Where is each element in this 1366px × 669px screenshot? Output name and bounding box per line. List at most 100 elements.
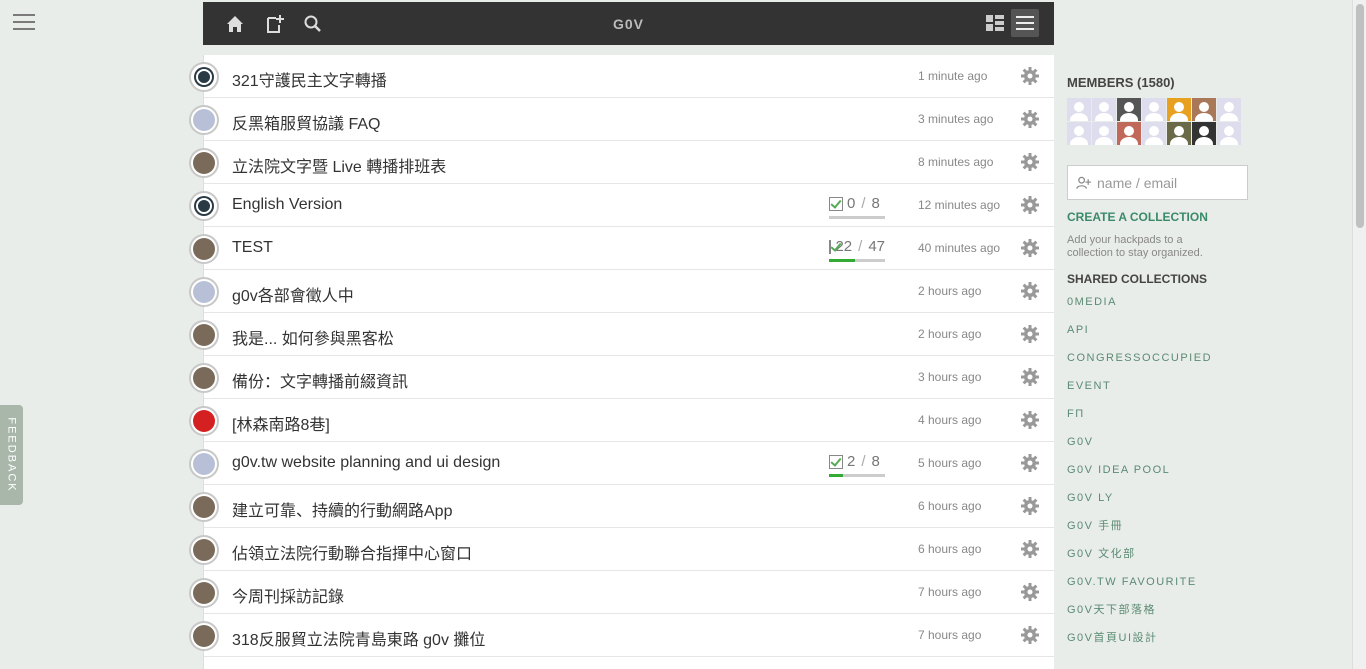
scrollbar[interactable] — [1352, 0, 1366, 669]
pad-title[interactable]: 今周刊採訪記錄 — [232, 583, 344, 607]
collection-link[interactable]: CONGRESSOCCUPIED — [1067, 350, 1347, 378]
author-avatar[interactable] — [189, 578, 219, 608]
pad-row[interactable]: 318反服貿立法院青島東路 g0v 攤位 7 hours ago — [189, 614, 1054, 657]
collection-link[interactable]: G0V首頁UI設計 — [1067, 630, 1347, 658]
gear-icon[interactable] — [1020, 582, 1040, 602]
pad-title[interactable]: 我是... 如何參與黑客松 — [232, 325, 394, 349]
member-avatar[interactable] — [1167, 122, 1191, 145]
invite-field[interactable] — [1067, 165, 1248, 200]
pad-row[interactable]: [林森南路8巷] 4 hours ago — [189, 399, 1054, 442]
create-collection-link[interactable]: CREATE A COLLECTION — [1067, 210, 1347, 224]
member-avatar[interactable] — [1217, 122, 1241, 145]
author-avatar[interactable] — [189, 191, 219, 221]
gear-icon[interactable] — [1020, 453, 1040, 473]
scrollbar-thumb[interactable] — [1356, 4, 1364, 228]
invite-input[interactable] — [1097, 174, 1247, 191]
author-avatar[interactable] — [189, 363, 219, 393]
pad-row[interactable]: 我是... 如何參與黑客松 2 hours ago — [189, 313, 1054, 356]
member-avatar[interactable] — [1092, 98, 1116, 121]
pad-row[interactable]: 立法院文字暨 Live 轉播排班表 8 minutes ago — [189, 141, 1054, 184]
collection-link[interactable]: G0V IDEA POOL — [1067, 462, 1347, 490]
member-avatar[interactable] — [1167, 98, 1191, 121]
pad-row[interactable]: g0v各部會徵人中 2 hours ago — [189, 270, 1054, 313]
member-avatar[interactable] — [1192, 122, 1216, 145]
pad-timestamp: 6 hours ago — [918, 499, 982, 513]
collection-link[interactable]: API — [1067, 322, 1347, 350]
pad-row[interactable]: g0v.tw website planning and ui design 2/8… — [189, 442, 1054, 485]
pad-row[interactable]: 321守護民主文字轉播 1 minute ago — [189, 55, 1054, 98]
gear-icon[interactable] — [1020, 109, 1040, 129]
pad-row[interactable]: 今周刊採訪記錄 7 hours ago — [189, 571, 1054, 614]
pad-row[interactable]: 反黑箱服貿協議 FAQ 3 minutes ago — [189, 98, 1054, 141]
task-progress-bar — [829, 474, 885, 477]
gear-icon[interactable] — [1020, 539, 1040, 559]
author-avatar[interactable] — [189, 148, 219, 178]
checkbox-icon — [829, 454, 843, 469]
collection-link[interactable]: G0V 手冊 — [1067, 518, 1347, 546]
pad-title[interactable]: [林森南路8巷] — [232, 411, 330, 435]
author-avatar[interactable] — [189, 105, 219, 135]
collection-link[interactable]: G0V — [1067, 434, 1347, 462]
collection-link[interactable]: G0V.TW FAVOURITE — [1067, 574, 1347, 602]
collection-link[interactable]: G0V天下部落格 — [1067, 602, 1347, 630]
gear-icon[interactable] — [1020, 66, 1040, 86]
pad-row[interactable]: 備份：文字轉播前綴資訊 3 hours ago — [189, 356, 1054, 399]
list-view-icon[interactable] — [1011, 9, 1039, 37]
collection-link[interactable]: EVENT — [1067, 378, 1347, 406]
collection-link[interactable]: G0V 文化部 — [1067, 546, 1347, 574]
pad-row[interactable]: TEST 22/47 40 minutes ago — [189, 227, 1054, 270]
tasks-done: 0 — [847, 195, 856, 212]
gear-icon[interactable] — [1020, 281, 1040, 301]
pad-title[interactable]: 備份：文字轉播前綴資訊 — [232, 368, 408, 392]
gear-icon[interactable] — [1020, 410, 1040, 430]
author-avatar[interactable] — [189, 62, 219, 92]
pad-title[interactable]: 佔領立法院行動聯合指揮中心窗口 — [232, 540, 472, 564]
collection-link[interactable]: 0MEDIA — [1067, 294, 1347, 322]
gear-icon[interactable] — [1020, 625, 1040, 645]
author-avatar[interactable] — [189, 535, 219, 565]
collection-link[interactable]: G0V LY — [1067, 490, 1347, 518]
gear-icon[interactable] — [1020, 152, 1040, 172]
author-avatar[interactable] — [189, 492, 219, 522]
pad-title[interactable]: 反黑箱服貿協議 FAQ — [232, 110, 380, 134]
author-avatar[interactable] — [189, 277, 219, 307]
member-avatar[interactable] — [1067, 122, 1091, 145]
pad-title[interactable]: g0v各部會徵人中 — [232, 282, 354, 306]
author-avatar[interactable] — [189, 621, 219, 651]
collection-link[interactable]: FΠ — [1067, 406, 1347, 434]
author-avatar[interactable] — [189, 406, 219, 436]
pad-title[interactable]: 318反服貿立法院青島東路 g0v 攤位 — [232, 626, 485, 650]
gear-icon[interactable] — [1020, 324, 1040, 344]
pad-timestamp: 7 hours ago — [918, 628, 982, 642]
gear-icon[interactable] — [1020, 238, 1040, 258]
member-avatar[interactable] — [1192, 98, 1216, 121]
pad-row[interactable]: English Version 0/8 12 minutes ago — [189, 184, 1054, 227]
gear-icon[interactable] — [1020, 367, 1040, 387]
pad-title[interactable]: 321守護民主文字轉播 — [232, 67, 387, 91]
pad-title[interactable]: English Version — [232, 196, 342, 214]
member-avatar[interactable] — [1117, 98, 1141, 121]
menu-icon[interactable] — [13, 14, 35, 30]
author-avatar[interactable] — [189, 449, 219, 479]
feedback-tab[interactable]: FEEDBACK — [0, 405, 23, 505]
gear-icon[interactable] — [1020, 195, 1040, 215]
gear-icon[interactable] — [1020, 496, 1040, 516]
member-avatar[interactable] — [1067, 98, 1091, 121]
pad-row[interactable]: 建立可靠、持續的行動網路App 6 hours ago — [189, 485, 1054, 528]
pad-row[interactable]: 佔領立法院行動聯合指揮中心窗口 6 hours ago — [189, 528, 1054, 571]
author-avatar[interactable] — [189, 234, 219, 264]
pad-title[interactable]: TEST — [232, 239, 273, 257]
task-count: 22/47 — [829, 238, 885, 255]
grid-view-icon[interactable] — [981, 9, 1009, 37]
pad-title[interactable]: 建立可靠、持續的行動網路App — [232, 497, 452, 521]
member-avatar[interactable] — [1117, 122, 1141, 145]
member-avatar[interactable] — [1092, 122, 1116, 145]
pad-timestamp: 40 minutes ago — [918, 241, 1001, 255]
tasks-total: 47 — [868, 238, 885, 255]
author-avatar[interactable] — [189, 320, 219, 350]
member-avatar[interactable] — [1142, 122, 1166, 145]
member-avatar[interactable] — [1217, 98, 1241, 121]
member-avatar[interactable] — [1142, 98, 1166, 121]
pad-title[interactable]: g0v.tw website planning and ui design — [232, 454, 500, 472]
pad-title[interactable]: 立法院文字暨 Live 轉播排班表 — [232, 153, 446, 177]
